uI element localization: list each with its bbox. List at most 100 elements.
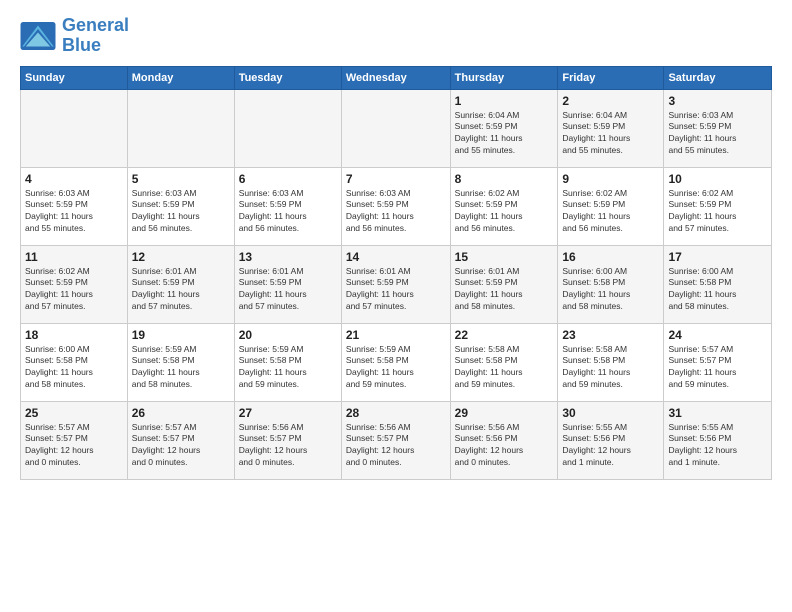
day-info: Sunrise: 5:59 AM Sunset: 5:58 PM Dayligh… [346,344,446,392]
day-info: Sunrise: 6:00 AM Sunset: 5:58 PM Dayligh… [668,266,767,314]
day-number: 5 [132,172,230,186]
day-info: Sunrise: 5:56 AM Sunset: 5:57 PM Dayligh… [346,422,446,470]
day-info: Sunrise: 6:01 AM Sunset: 5:59 PM Dayligh… [239,266,337,314]
day-info: Sunrise: 5:56 AM Sunset: 5:57 PM Dayligh… [239,422,337,470]
day-number: 26 [132,406,230,420]
day-number: 18 [25,328,123,342]
weekday-header: Tuesday [234,66,341,89]
calendar-cell [21,89,128,167]
day-info: Sunrise: 6:04 AM Sunset: 5:59 PM Dayligh… [562,110,659,158]
weekday-header: Wednesday [341,66,450,89]
day-info: Sunrise: 6:02 AM Sunset: 5:59 PM Dayligh… [668,188,767,236]
calendar-cell: 10 Sunrise: 6:02 AM Sunset: 5:59 PM Dayli… [664,167,772,245]
day-number: 23 [562,328,659,342]
calendar-cell [127,89,234,167]
day-number: 1 [455,94,554,108]
day-info: Sunrise: 6:04 AM Sunset: 5:59 PM Dayligh… [455,110,554,158]
calendar-cell: 2Sunrise: 6:04 AM Sunset: 5:59 PM Daylig… [558,89,664,167]
calendar-cell: 15Sunrise: 6:01 AM Sunset: 5:59 PM Dayli… [450,245,558,323]
calendar-week-row: 4 Sunrise: 6:03 AM Sunset: 5:59 PM Daylig… [21,167,772,245]
day-number: 31 [668,406,767,420]
day-number: 4 [25,172,123,186]
calendar-cell: 28 Sunrise: 5:56 AM Sunset: 5:57 PM Dayli… [341,401,450,479]
day-number: 12 [132,250,230,264]
day-info: Sunrise: 6:03 AM Sunset: 5:59 PM Dayligh… [132,188,230,236]
day-number: 19 [132,328,230,342]
logo-text: GeneralBlue [62,16,129,56]
day-info: Sunrise: 5:56 AM Sunset: 5:56 PM Dayligh… [455,422,554,470]
calendar-header: SundayMondayTuesdayWednesdayThursdayFrid… [21,66,772,89]
day-number: 21 [346,328,446,342]
weekday-row: SundayMondayTuesdayWednesdayThursdayFrid… [21,66,772,89]
day-number: 25 [25,406,123,420]
day-number: 28 [346,406,446,420]
calendar-cell: 5 Sunrise: 6:03 AM Sunset: 5:59 PM Daylig… [127,167,234,245]
day-number: 17 [668,250,767,264]
calendar-week-row: 25 Sunrise: 5:57 AM Sunset: 5:57 PM Dayli… [21,401,772,479]
day-number: 13 [239,250,337,264]
calendar-cell: 13 Sunrise: 6:01 AM Sunset: 5:59 PM Dayli… [234,245,341,323]
day-number: 10 [668,172,767,186]
day-info: Sunrise: 5:59 AM Sunset: 5:58 PM Dayligh… [132,344,230,392]
day-number: 24 [668,328,767,342]
calendar-cell: 11Sunrise: 6:02 AM Sunset: 5:59 PM Dayli… [21,245,128,323]
day-info: Sunrise: 6:00 AM Sunset: 5:58 PM Dayligh… [25,344,123,392]
calendar-cell: 7Sunrise: 6:03 AM Sunset: 5:59 PM Daylig… [341,167,450,245]
weekday-header: Friday [558,66,664,89]
calendar-cell [234,89,341,167]
day-info: Sunrise: 5:57 AM Sunset: 5:57 PM Dayligh… [132,422,230,470]
weekday-header: Thursday [450,66,558,89]
day-info: Sunrise: 5:55 AM Sunset: 5:56 PM Dayligh… [668,422,767,470]
calendar-cell: 8 Sunrise: 6:02 AM Sunset: 5:59 PM Daylig… [450,167,558,245]
weekday-header: Monday [127,66,234,89]
day-info: Sunrise: 5:58 AM Sunset: 5:58 PM Dayligh… [455,344,554,392]
calendar-cell [341,89,450,167]
day-number: 11 [25,250,123,264]
calendar-week-row: 1 Sunrise: 6:04 AM Sunset: 5:59 PM Daylig… [21,89,772,167]
day-info: Sunrise: 6:03 AM Sunset: 5:59 PM Dayligh… [25,188,123,236]
day-info: Sunrise: 6:03 AM Sunset: 5:59 PM Dayligh… [239,188,337,236]
weekday-header: Saturday [664,66,772,89]
day-number: 16 [562,250,659,264]
day-info: Sunrise: 6:00 AM Sunset: 5:58 PM Dayligh… [562,266,659,314]
calendar-cell: 22 Sunrise: 5:58 AM Sunset: 5:58 PM Dayli… [450,323,558,401]
day-number: 3 [668,94,767,108]
calendar-cell: 18 Sunrise: 6:00 AM Sunset: 5:58 PM Dayli… [21,323,128,401]
day-number: 8 [455,172,554,186]
day-number: 30 [562,406,659,420]
day-info: Sunrise: 5:58 AM Sunset: 5:58 PM Dayligh… [562,344,659,392]
day-info: Sunrise: 6:03 AM Sunset: 5:59 PM Dayligh… [668,110,767,158]
calendar-cell: 3 Sunrise: 6:03 AM Sunset: 5:59 PM Daylig… [664,89,772,167]
day-info: Sunrise: 5:57 AM Sunset: 5:57 PM Dayligh… [668,344,767,392]
calendar-cell: 17 Sunrise: 6:00 AM Sunset: 5:58 PM Dayli… [664,245,772,323]
day-info: Sunrise: 6:02 AM Sunset: 5:59 PM Dayligh… [455,188,554,236]
day-number: 22 [455,328,554,342]
day-number: 29 [455,406,554,420]
calendar-cell: 19 Sunrise: 5:59 AM Sunset: 5:58 PM Dayli… [127,323,234,401]
calendar-cell: 30 Sunrise: 5:55 AM Sunset: 5:56 PM Dayli… [558,401,664,479]
calendar-cell: 25 Sunrise: 5:57 AM Sunset: 5:57 PM Dayli… [21,401,128,479]
header: GeneralBlue [20,16,772,56]
day-info: Sunrise: 6:01 AM Sunset: 5:59 PM Dayligh… [346,266,446,314]
calendar-cell: 14Sunrise: 6:01 AM Sunset: 5:59 PM Dayli… [341,245,450,323]
weekday-header: Sunday [21,66,128,89]
day-info: Sunrise: 6:01 AM Sunset: 5:59 PM Dayligh… [455,266,554,314]
calendar-cell: 24 Sunrise: 5:57 AM Sunset: 5:57 PM Dayli… [664,323,772,401]
day-info: Sunrise: 5:59 AM Sunset: 5:58 PM Dayligh… [239,344,337,392]
calendar-cell: 29 Sunrise: 5:56 AM Sunset: 5:56 PM Dayli… [450,401,558,479]
calendar-cell: 23 Sunrise: 5:58 AM Sunset: 5:58 PM Dayli… [558,323,664,401]
calendar-week-row: 11Sunrise: 6:02 AM Sunset: 5:59 PM Dayli… [21,245,772,323]
logo: GeneralBlue [20,16,129,56]
day-info: Sunrise: 6:01 AM Sunset: 5:59 PM Dayligh… [132,266,230,314]
page: GeneralBlue SundayMondayTuesdayWednesday… [0,0,792,612]
day-info: Sunrise: 5:57 AM Sunset: 5:57 PM Dayligh… [25,422,123,470]
calendar-cell: 4 Sunrise: 6:03 AM Sunset: 5:59 PM Daylig… [21,167,128,245]
calendar-cell: 20Sunrise: 5:59 AM Sunset: 5:58 PM Dayli… [234,323,341,401]
calendar-cell: 21 Sunrise: 5:59 AM Sunset: 5:58 PM Dayli… [341,323,450,401]
calendar-cell: 27Sunrise: 5:56 AM Sunset: 5:57 PM Dayli… [234,401,341,479]
day-info: Sunrise: 5:55 AM Sunset: 5:56 PM Dayligh… [562,422,659,470]
day-number: 7 [346,172,446,186]
calendar-week-row: 18 Sunrise: 6:00 AM Sunset: 5:58 PM Dayli… [21,323,772,401]
logo-icon [20,22,56,50]
day-number: 9 [562,172,659,186]
